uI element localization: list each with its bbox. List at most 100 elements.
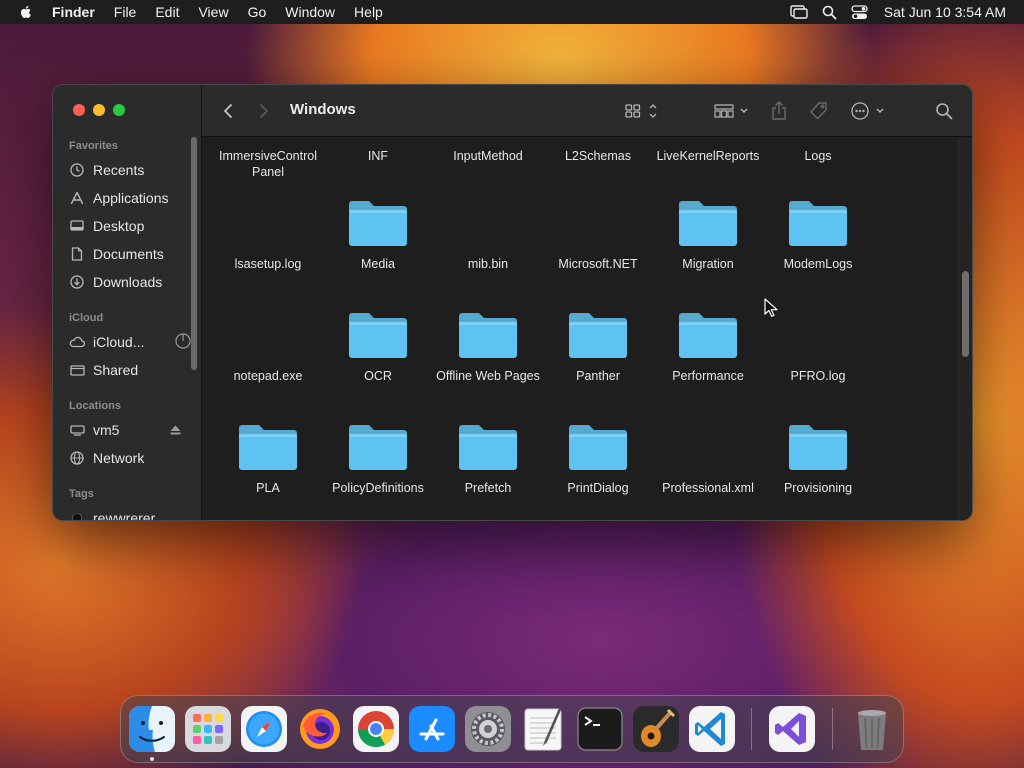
vscode-icon[interactable] — [689, 706, 735, 752]
garageband-icon[interactable] — [633, 706, 679, 752]
file-item[interactable]: ImmersiveControl Panel — [213, 148, 323, 180]
folder-icon — [679, 313, 737, 358]
tag-color-dot-icon — [69, 510, 85, 520]
sidebar-item-vm5[interactable]: vm5 — [69, 418, 191, 442]
folder-icon — [349, 425, 407, 470]
file-name-label: INF — [367, 149, 389, 163]
file-item[interactable]: notepad.exe — [213, 308, 323, 384]
folder-item[interactable]: PolicyDefinitions — [323, 420, 433, 496]
screen-mirroring-icon[interactable] — [790, 5, 808, 19]
shared-folder-icon — [69, 362, 85, 378]
file-icon-placeholder — [677, 420, 739, 472]
file-name-label: Prefetch — [464, 481, 512, 495]
menu-file[interactable]: File — [114, 4, 137, 20]
system-settings-icon[interactable] — [465, 706, 511, 752]
terminal-icon[interactable] — [577, 706, 623, 752]
sidebar-item-label: iCloud... — [93, 334, 145, 350]
folder-icon — [239, 425, 297, 470]
menu-view[interactable]: View — [198, 4, 228, 20]
share-button[interactable] — [771, 101, 787, 121]
launchpad-icon[interactable] — [185, 706, 231, 752]
apple-logo-icon[interactable] — [18, 4, 34, 20]
menu-edit[interactable]: Edit — [155, 4, 179, 20]
chevron-right-icon — [260, 104, 268, 118]
menu-help[interactable]: Help — [354, 4, 383, 20]
app-store-icon[interactable] — [409, 706, 455, 752]
sidebar-item-documents[interactable]: Documents — [69, 242, 191, 266]
finder-icon[interactable] — [129, 706, 175, 752]
file-item[interactable]: InputMethod — [433, 148, 543, 164]
folder-item[interactable]: Performance — [653, 308, 763, 384]
sidebar-item-icloud-drive[interactable]: iCloud... — [69, 330, 191, 354]
sidebar-item-desktop[interactable]: Desktop — [69, 214, 191, 238]
menu-go[interactable]: Go — [248, 4, 267, 20]
sync-progress-icon — [175, 332, 191, 352]
file-name-label: Provisioning — [783, 481, 853, 495]
file-item[interactable]: PFRO.log — [763, 308, 873, 384]
sidebar-item-tag[interactable]: rewwrerer — [69, 506, 191, 520]
content-scrollbar-track[interactable] — [958, 138, 972, 520]
view-mode-button[interactable] — [625, 101, 659, 121]
folder-item[interactable]: Media — [323, 196, 433, 272]
file-name-label: OCR — [364, 369, 392, 383]
tags-button[interactable] — [809, 101, 829, 121]
file-item[interactable]: LiveKernelReports — [653, 148, 763, 164]
content-scrollbar-thumb[interactable] — [962, 271, 969, 357]
ellipsis-circle-icon — [851, 102, 884, 120]
window-controls — [73, 104, 125, 116]
eject-icon[interactable] — [170, 422, 181, 438]
group-by-button[interactable] — [714, 101, 750, 121]
file-name-label: Logs — [804, 149, 832, 163]
folder-item[interactable]: OCR — [323, 308, 433, 384]
zoom-window-button[interactable] — [113, 104, 125, 116]
menu-bar: Finder File Edit View Go Window Help Sat… — [0, 0, 1024, 24]
sidebar-item-recents[interactable]: Recents — [69, 158, 191, 182]
firefox-icon[interactable] — [297, 706, 343, 752]
document-icon — [69, 246, 85, 262]
trash-icon[interactable] — [849, 706, 895, 752]
minimize-window-button[interactable] — [93, 104, 105, 116]
folder-item[interactable]: Provisioning — [763, 420, 873, 496]
back-button[interactable] — [222, 101, 234, 121]
folder-item[interactable]: ModemLogs — [763, 196, 873, 272]
file-item[interactable]: INF — [323, 148, 433, 164]
textedit-icon[interactable] — [521, 706, 567, 752]
sidebar-scrollbar[interactable] — [191, 137, 197, 370]
forward-button[interactable] — [258, 101, 270, 121]
menu-window[interactable]: Window — [285, 4, 335, 20]
folder-item[interactable]: PLA — [213, 420, 323, 496]
menu-bar-clock[interactable]: Sat Jun 10 3:54 AM — [884, 4, 1006, 20]
more-actions-button[interactable] — [850, 101, 886, 121]
file-item[interactable]: L2Schemas — [543, 148, 653, 164]
sidebar-item-downloads[interactable]: Downloads — [69, 270, 191, 294]
folder-item[interactable]: Offline Web Pages — [433, 308, 543, 384]
file-name-label: Media — [360, 257, 396, 271]
file-item[interactable]: Microsoft.NET — [543, 196, 653, 272]
file-item[interactable]: lsasetup.log — [213, 196, 323, 272]
folder-icon — [789, 425, 847, 470]
file-item[interactable]: mib.bin — [433, 196, 543, 272]
sidebar-item-label: Shared — [93, 362, 139, 378]
menu-finder[interactable]: Finder — [52, 4, 95, 20]
desktop-icon — [69, 218, 85, 234]
folder-item[interactable]: Panther — [543, 308, 653, 384]
spotlight-search-icon[interactable] — [822, 5, 837, 20]
close-window-button[interactable] — [73, 104, 85, 116]
file-name-label: PolicyDefinitions — [332, 481, 424, 495]
file-item[interactable]: Professional.xml — [653, 420, 763, 496]
chrome-icon[interactable] — [353, 706, 399, 752]
file-item[interactable]: Logs — [763, 148, 873, 164]
sidebar-section-tags: Tags — [69, 488, 94, 500]
folder-item[interactable]: Prefetch — [433, 420, 543, 496]
file-name-label: PFRO.log — [790, 369, 846, 383]
folder-item[interactable]: PrintDialog — [543, 420, 653, 496]
sidebar-item-applications[interactable]: Applications — [69, 186, 191, 210]
safari-icon[interactable] — [241, 706, 287, 752]
folder-item[interactable]: Migration — [653, 196, 763, 272]
file-name-label: ModemLogs — [783, 257, 853, 271]
sidebar-item-shared[interactable]: Shared — [69, 358, 191, 382]
visual-studio-icon[interactable] — [769, 706, 815, 752]
sidebar-item-network[interactable]: Network — [69, 446, 191, 470]
search-button[interactable] — [935, 101, 953, 121]
control-center-icon[interactable] — [851, 4, 868, 20]
